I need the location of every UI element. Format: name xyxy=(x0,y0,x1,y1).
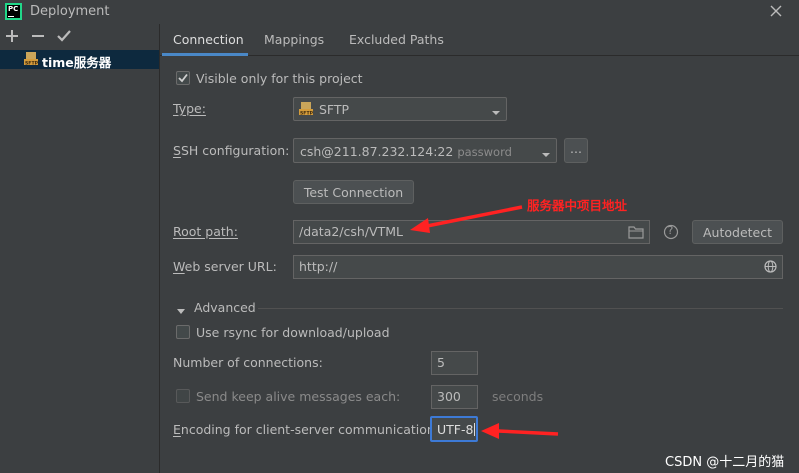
svg-text:SFTP: SFTP xyxy=(300,110,313,116)
sftp-type-icon: SFTP xyxy=(299,102,314,116)
annotation-arrow-root xyxy=(410,205,523,233)
server-name: time服务器 xyxy=(42,55,112,70)
close-icon[interactable] xyxy=(766,1,786,21)
rsync-checkbox[interactable] xyxy=(176,325,190,339)
type-value: SFTP xyxy=(319,102,350,117)
test-connection-button[interactable]: Test Connection xyxy=(293,180,414,204)
visible-only-label: Visible only for this project xyxy=(196,71,363,86)
connections-label: Number of connections: xyxy=(173,355,323,370)
root-path-label: Root path: xyxy=(173,224,238,239)
checkmark-icon[interactable] xyxy=(56,28,72,44)
text-cursor xyxy=(474,423,476,436)
encoding-label: Encoding for client-server communication… xyxy=(173,422,440,437)
root-path-value: /data2/csh/VTML xyxy=(299,224,403,239)
folder-icon[interactable] xyxy=(628,225,644,239)
annotation-text: 服务器中项目地址 xyxy=(527,198,628,213)
svg-text:SFTP: SFTP xyxy=(25,60,38,66)
chevron-down-icon xyxy=(541,147,551,157)
ssh-more-button[interactable]: ... xyxy=(564,138,588,163)
ssh-config-label: SSH configuration: xyxy=(173,143,290,158)
remove-icon[interactable] xyxy=(30,28,46,44)
globe-icon[interactable] xyxy=(764,260,777,273)
keepalive-label: Send keep alive messages each: xyxy=(196,389,401,404)
watermark: CSDN @十二月的猫 xyxy=(665,455,785,470)
app-logo-text: PC xyxy=(8,5,19,13)
autodetect-button[interactable]: Autodetect xyxy=(692,220,783,244)
help-icon[interactable]: ? xyxy=(663,224,679,240)
server-list-panel xyxy=(0,24,160,473)
title-bar xyxy=(0,0,799,24)
collapse-arrow-icon[interactable] xyxy=(176,304,186,314)
chevron-down-icon xyxy=(491,105,501,115)
encoding-value: UTF-8 xyxy=(437,422,476,437)
tab-mappings[interactable]: Mappings xyxy=(264,32,324,47)
ssh-auth-type: password xyxy=(457,145,512,159)
sftp-icon: SFTP xyxy=(24,52,39,66)
tabs-divider xyxy=(160,55,799,56)
add-icon[interactable] xyxy=(4,28,20,44)
encoding-text: UTF-8 xyxy=(437,422,474,437)
advanced-separator xyxy=(258,308,783,309)
ssh-host: csh@211.87.232.124:22 xyxy=(300,144,454,159)
help-icon-label: ? xyxy=(667,224,674,237)
web-server-url-label: Web server URL: xyxy=(173,259,277,274)
rsync-label: Use rsync for download/upload xyxy=(196,325,390,340)
tab-connection[interactable]: Connection xyxy=(173,32,244,47)
keepalive-value: 300 xyxy=(437,389,461,404)
connections-value: 5 xyxy=(437,355,445,370)
type-label: Type: xyxy=(173,101,206,116)
ssh-config-value: csh@211.87.232.124:22 password xyxy=(300,144,512,159)
keepalive-checkbox[interactable] xyxy=(176,389,190,403)
keepalive-unit: seconds xyxy=(492,389,544,404)
advanced-section-title[interactable]: Advanced xyxy=(194,300,256,315)
pycharm-logo-icon: PC xyxy=(5,3,22,20)
annotation-arrow-encoding xyxy=(481,423,559,439)
window-title: Deployment xyxy=(30,4,110,19)
tab-excluded-paths[interactable]: Excluded Paths xyxy=(349,32,444,47)
active-tab-indicator xyxy=(162,53,248,56)
web-server-url-input[interactable] xyxy=(293,255,783,279)
web-server-url-value: http:// xyxy=(299,259,338,274)
visible-only-checkbox[interactable] xyxy=(176,71,190,85)
